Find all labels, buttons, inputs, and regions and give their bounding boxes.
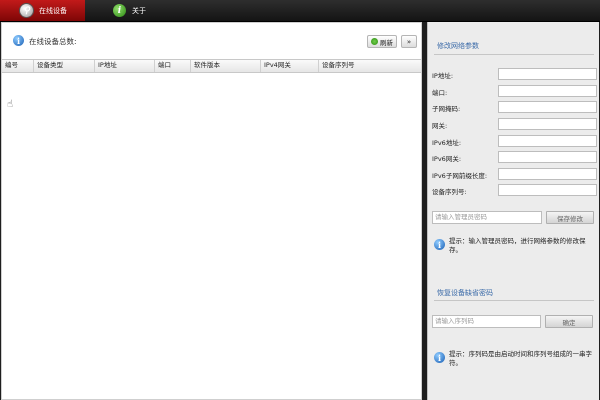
- network-params-hint: 提示：输入管理员密码，进行网络参数的修改保存。: [449, 237, 586, 254]
- tab-online-devices[interactable]: ⚲ 在线设备: [0, 0, 85, 21]
- info-icon: i: [434, 352, 445, 363]
- online-device-count-label: 在线设备总数:: [29, 37, 77, 46]
- confirm-button[interactable]: 确定: [545, 315, 593, 328]
- ipv6-gateway-input[interactable]: [498, 151, 597, 163]
- field-gateway: 网关:: [432, 118, 598, 131]
- restore-password-title: 恢复设备缺省密码: [437, 289, 493, 297]
- divider: [434, 300, 594, 301]
- tab-about[interactable]: i 关于: [110, 0, 180, 21]
- serial-number-input[interactable]: [498, 184, 597, 196]
- ipv6-address-input[interactable]: [498, 135, 597, 147]
- search-magnifier-icon: ⚲: [20, 4, 33, 17]
- subnet-mask-input[interactable]: [498, 101, 597, 113]
- ip-address-input[interactable]: [498, 68, 597, 80]
- field-label: IPv6子网前缀长度:: [432, 172, 488, 180]
- info-icon: i: [434, 239, 445, 250]
- field-label: 网关:: [432, 122, 448, 130]
- column-header-number[interactable]: 编号: [2, 60, 33, 72]
- tab-about-label: 关于: [132, 6, 146, 15]
- field-label: 设备序列号:: [432, 188, 467, 196]
- device-table-header: 编号 设备类型 IP地址 端口 软件版本 IPv4网关 设备序列号: [2, 59, 421, 73]
- column-header-device-type[interactable]: 设备类型: [33, 60, 94, 72]
- field-label: 子网掩码:: [432, 105, 461, 113]
- field-port: 端口:: [432, 85, 598, 98]
- field-ip-address: IP地址:: [432, 68, 598, 81]
- restore-password-hint: 提示：序列码是由启动时间和序列号组成的一串字符。: [449, 350, 592, 367]
- field-subnet-mask: 子网掩码:: [432, 101, 598, 114]
- field-label: IPv6地址:: [432, 139, 462, 147]
- field-label: IPv6网关:: [432, 155, 462, 163]
- device-list-header: i 在线设备总数: 刷新 »: [2, 23, 421, 59]
- port-input[interactable]: [498, 85, 597, 97]
- settings-panel: 修改网络参数 IP地址: 端口: 子网掩码: 网关: IPv6地址: IPv6网…: [427, 22, 599, 400]
- admin-password-input[interactable]: 请输入管理员密码: [432, 211, 542, 224]
- field-label: IP地址:: [432, 72, 454, 80]
- hand-cursor-icon: ☝: [7, 99, 14, 110]
- gateway-input[interactable]: [498, 118, 597, 130]
- refresh-icon: [371, 38, 378, 45]
- info-icon: i: [113, 4, 126, 17]
- column-header-software-version[interactable]: 软件版本: [190, 60, 260, 72]
- top-tab-bar: ⚲ 在线设备 i 关于: [0, 0, 600, 22]
- column-header-port[interactable]: 端口: [154, 60, 190, 72]
- serial-code-input[interactable]: 请输入序列码: [432, 315, 541, 328]
- field-ipv6-gateway: IPv6网关:: [432, 151, 598, 164]
- info-icon: i: [13, 35, 24, 46]
- column-header-serial-number[interactable]: 设备序列号: [318, 60, 421, 72]
- refresh-button-label: 刷新: [380, 38, 393, 47]
- field-serial-number: 设备序列号:: [432, 184, 598, 197]
- save-changes-button[interactable]: 保存修改: [546, 211, 594, 224]
- expand-button[interactable]: »: [401, 35, 417, 48]
- column-header-ip-address[interactable]: IP地址: [94, 60, 154, 72]
- ipv6-prefix-length-input[interactable]: [498, 168, 597, 180]
- field-ipv6-address: IPv6地址:: [432, 135, 598, 148]
- divider: [434, 54, 594, 55]
- network-params-title: 修改网络参数: [437, 42, 479, 50]
- refresh-button[interactable]: 刷新: [367, 35, 397, 48]
- field-ipv6-prefix-length: IPv6子网前缀长度:: [432, 168, 598, 181]
- tab-online-devices-label: 在线设备: [39, 6, 67, 15]
- field-label: 端口:: [432, 89, 448, 97]
- device-list-panel: i 在线设备总数: 刷新 » 编号 设备类型 IP地址 端口 软件版本 IPv4…: [1, 22, 422, 400]
- column-header-ipv4-gateway[interactable]: IPv4网关: [260, 60, 318, 72]
